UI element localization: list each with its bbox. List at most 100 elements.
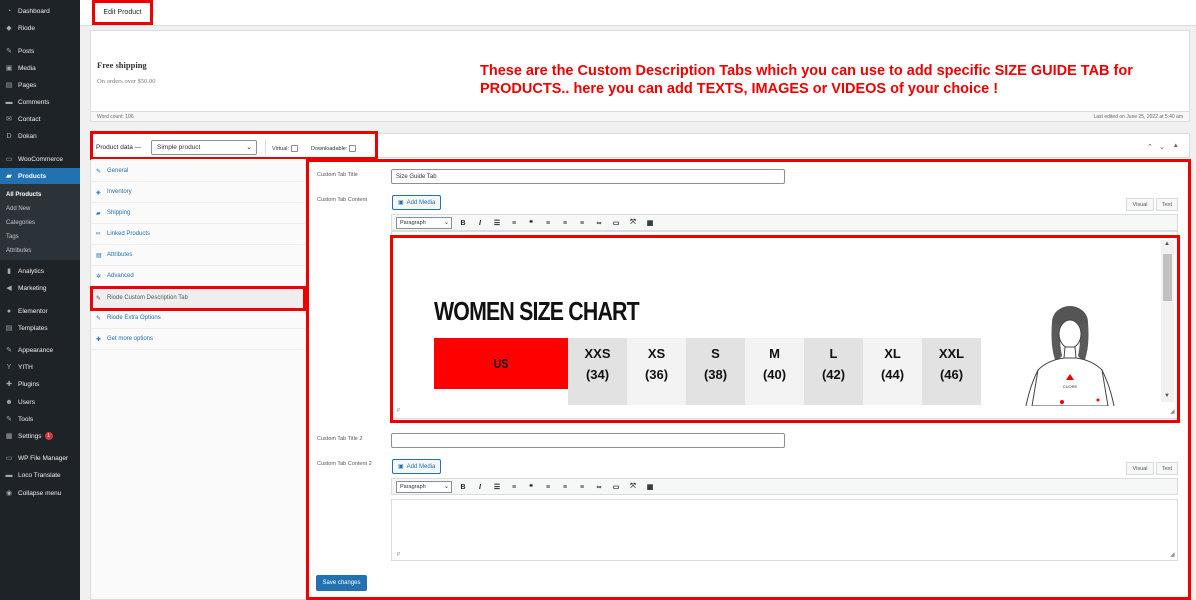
sidebar-item-templates[interactable]: ▤ Templates [0, 320, 80, 336]
link-icon: ∞ [96, 231, 101, 237]
wrench-icon: ✎ [96, 315, 102, 322]
sidebar-item-loco-translate[interactable]: ▬ Loco Translate [0, 467, 80, 483]
translate-icon: ▬ [5, 471, 13, 479]
sidebar-item-label: Templates [18, 324, 48, 332]
dokan-icon: D [6, 132, 12, 140]
appearance-icon: ✎ [6, 347, 12, 354]
sidebar-item-label: Riode [18, 24, 35, 32]
page: ◔ Dashboard ◆ Riode ✎ Posts ▣ Media ▤ Pages ▬… [0, 0, 1196, 600]
tab-label: Linked Products [107, 231, 151, 237]
settings-icon: ▦ [5, 433, 13, 440]
toggle-panel-icon[interactable]: ▴ [1174, 141, 1178, 149]
custom-tab-panel-highlight [306, 159, 1191, 600]
tab-inventory[interactable]: ◈ Inventory [91, 182, 306, 203]
sidebar-item-label: YITH [18, 363, 33, 371]
tab-label: General [107, 168, 129, 174]
sidebar-item-label: Tools [18, 415, 34, 423]
tab-label: Advanced [107, 273, 134, 279]
sidebar-item-label: Collapse menu [18, 489, 62, 497]
comments-icon: ▬ [5, 98, 13, 106]
tab-label: Riode Extra Options [107, 315, 161, 321]
sidebar-item-label: Posts [18, 47, 35, 55]
products-submenu: All Products Add New Categories Tags Att… [0, 184, 80, 260]
contact-icon: ✉ [6, 116, 12, 123]
submenu-attributes[interactable]: Attributes [6, 248, 31, 254]
sidebar-item-label: Loco Translate [18, 471, 61, 479]
sidebar-item-label: WooCommerce [18, 155, 64, 163]
sidebar-item-label: Users [18, 398, 35, 406]
sidebar-item-woocommerce[interactable]: ▭ WooCommerce [0, 151, 80, 167]
tab-label: Shipping [107, 210, 131, 216]
users-icon: ☻ [5, 398, 13, 406]
tab-linked-products[interactable]: ∞ Linked Products [91, 224, 306, 245]
sidebar-item-wp-file-manager[interactable]: ▭ WP File Manager [0, 450, 80, 466]
pages-icon: ▤ [5, 82, 13, 89]
sidebar-item-comments[interactable]: ▬ Comments [0, 94, 80, 110]
media-icon: ▣ [5, 65, 13, 72]
sidebar-item-label: Analytics [18, 267, 45, 275]
plugins-icon: ✚ [6, 381, 12, 388]
sidebar-item-label: Dashboard [18, 7, 50, 15]
annotation-text: These are the Custom Description Tabs wh… [480, 63, 1133, 97]
product-data-highlight [90, 131, 378, 160]
admin-sidebar: ◔ Dashboard ◆ Riode ✎ Posts ▣ Media ▤ Pages ▬… [0, 0, 80, 600]
sidebar-item-analytics[interactable]: ▮ Analytics [0, 263, 80, 279]
dashboard-icon: ◔ [6, 7, 12, 15]
sidebar-item-marketing[interactable]: ◀ Marketing [0, 280, 80, 296]
tab-riode-extra-options[interactable]: ✎ Riode Extra Options [91, 308, 306, 329]
sidebar-item-dashboard[interactable]: ◔ Dashboard [0, 3, 80, 19]
sidebar-item-label: Settings [18, 432, 42, 440]
sidebar-item-contact[interactable]: ✉ Contact [0, 111, 80, 127]
sidebar-item-label: Appearance [18, 346, 54, 354]
sidebar-item-label: Elementor [18, 307, 48, 315]
tab-get-more-options[interactable]: ✚ Get more options [91, 329, 306, 350]
tab-label: Attributes [107, 252, 133, 258]
collapse-icon: ◉ [5, 490, 13, 497]
submenu-all-products[interactable]: All Products [6, 192, 41, 198]
sidebar-item-label: Dokan [18, 132, 37, 140]
pin-icon: ✎ [6, 48, 12, 55]
sidebar-item-label: Comments [18, 98, 50, 106]
tab-advanced[interactable]: ✲ Advanced [91, 266, 306, 287]
sidebar-item-collapse[interactable]: ◉ Collapse menu [0, 485, 80, 501]
sidebar-item-appearance[interactable]: ✎ Appearance [0, 342, 80, 358]
sidebar-item-label: Contact [18, 115, 41, 123]
sidebar-item-riode[interactable]: ◆ Riode [0, 20, 80, 36]
sidebar-item-users[interactable]: ☻ Users [0, 394, 80, 410]
last-edited: Last edited on June 25, 2022 at 5:40 am [1093, 114, 1183, 120]
move-up-icon[interactable]: ⌃ [1147, 143, 1153, 151]
sidebar-item-label: Media [18, 64, 36, 72]
edit-product-heading: Edit Product [92, 0, 153, 25]
sidebar-item-label: Products [18, 172, 47, 180]
tools-icon: ✎ [6, 416, 12, 423]
truck-icon: ▰ [96, 210, 101, 217]
sidebar-item-dokan[interactable]: D Dokan [0, 128, 80, 144]
sidebar-item-media[interactable]: ▣ Media [0, 60, 80, 76]
word-count: Word count: 106 [97, 114, 134, 120]
sidebar-item-products[interactable]: ▰ Products [0, 168, 80, 184]
list-icon: ▤ [96, 252, 102, 259]
sidebar-item-pages[interactable]: ▤ Pages [0, 77, 80, 93]
sidebar-item-settings[interactable]: ▦ Settings 1 [0, 428, 80, 444]
submenu-add-new[interactable]: Add New [6, 206, 30, 212]
free-shipping-text: Free shipping [97, 60, 147, 70]
tab-label: Inventory [107, 189, 132, 195]
sidebar-item-yith[interactable]: Y YITH [0, 359, 80, 375]
move-down-icon[interactable]: ⌄ [1159, 143, 1165, 151]
tab-general[interactable]: ✎ General [91, 161, 306, 182]
submenu-categories[interactable]: Categories [6, 220, 35, 226]
submenu-tags[interactable]: Tags [6, 234, 19, 240]
sidebar-item-tools[interactable]: ✎ Tools [0, 411, 80, 427]
products-icon: ▰ [6, 173, 12, 180]
analytics-icon: ▮ [7, 268, 11, 275]
sidebar-item-plugins[interactable]: ✚ Plugins [0, 376, 80, 392]
plugin-icon: ✚ [96, 336, 102, 343]
gear-icon: ✲ [96, 273, 102, 280]
tab-label: Get more options [107, 336, 154, 342]
sidebar-item-elementor[interactable]: ● Elementor [0, 303, 80, 319]
marketing-icon: ◀ [6, 285, 12, 292]
sidebar-item-posts[interactable]: ✎ Posts [0, 43, 80, 59]
tab-attributes[interactable]: ▤ Attributes [91, 245, 306, 266]
tab-shipping[interactable]: ▰ Shipping [91, 203, 306, 224]
editor-status-bar: Word count: 106 Last edited on June 25, … [91, 111, 1189, 121]
